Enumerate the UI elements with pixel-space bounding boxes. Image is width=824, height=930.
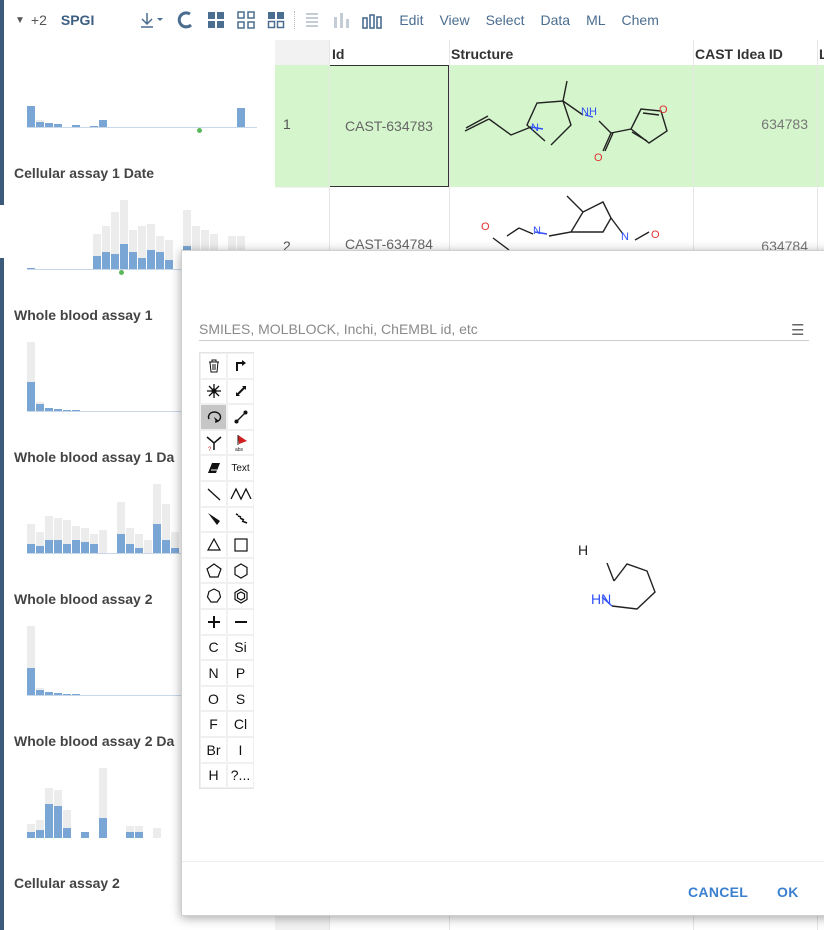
menu-icon[interactable]: ☰ <box>791 321 804 339</box>
svg-text:N: N <box>533 225 541 237</box>
atom-si[interactable]: Si <box>227 634 254 661</box>
menu-view[interactable]: View <box>439 0 469 40</box>
filter-label: Whole blood assay 1 Da <box>14 449 175 465</box>
structure-molecule[interactable]: N NH O O <box>453 65 693 185</box>
collapse-icon[interactable]: ▼ <box>15 0 25 40</box>
smiles-input[interactable] <box>199 317 809 341</box>
lasso-select-icon[interactable] <box>200 404 227 430</box>
menu-data[interactable]: Data <box>540 0 570 40</box>
svg-text:O: O <box>594 152 603 164</box>
atom-s[interactable]: S <box>227 685 254 712</box>
app-root: ▼ +2 SPGI Edit View Select Data ML Chem … <box>0 0 824 930</box>
svg-text:N: N <box>621 231 629 243</box>
triangle-ring-icon[interactable] <box>200 532 227 558</box>
chain-tool-icon[interactable]: ? <box>200 429 227 456</box>
list-view-icon[interactable] <box>301 0 323 40</box>
svg-text:O: O <box>481 221 490 233</box>
atom-n[interactable]: N <box>200 660 227 686</box>
grid-view-icon[interactable] <box>204 0 228 40</box>
histogram-filter[interactable] <box>27 68 257 133</box>
clean-icon[interactable] <box>200 378 227 405</box>
svg-text:O: O <box>659 104 668 116</box>
benzene-ring-icon[interactable] <box>227 583 254 609</box>
form-view-icon[interactable] <box>264 0 288 40</box>
filter-label: Cellular assay 1 Date <box>14 165 155 181</box>
eraser-icon[interactable] <box>200 455 227 481</box>
menu-chem[interactable]: Chem <box>622 0 659 40</box>
trash-icon[interactable] <box>200 353 227 379</box>
toolbar-separator <box>294 11 296 29</box>
svg-text:NH: NH <box>581 106 597 118</box>
plus-charge-icon[interactable] <box>200 608 227 635</box>
wedge-bond-icon[interactable] <box>200 506 227 533</box>
cancel-button[interactable]: CANCEL <box>688 884 748 900</box>
atom-other[interactable]: ?... <box>227 762 254 789</box>
download-icon[interactable] <box>138 0 166 40</box>
tile-view-icon[interactable] <box>234 0 258 40</box>
atom-o[interactable]: O <box>200 685 227 712</box>
atom-c[interactable]: C <box>200 634 227 661</box>
menu-ml[interactable]: ML <box>586 0 605 40</box>
atom-label-hn: HN <box>591 591 611 607</box>
undo-icon[interactable] <box>227 353 254 379</box>
cast-idea-id-value: 634783 <box>761 116 808 132</box>
single-bond-icon[interactable] <box>200 480 227 507</box>
column-header-structure[interactable]: Structure <box>451 40 513 64</box>
id-cell[interactable]: CAST-634783 <box>329 65 449 187</box>
hexagon-ring-icon[interactable] <box>227 557 254 584</box>
column-header-id[interactable]: Id <box>332 40 344 64</box>
atom-h[interactable]: H <box>200 762 227 789</box>
atom-i[interactable]: I <box>227 736 254 763</box>
atom-cl[interactable]: Cl <box>227 711 254 737</box>
atom-p[interactable]: P <box>227 660 254 686</box>
single-bond-node-icon[interactable] <box>227 404 254 430</box>
svg-text:N: N <box>531 122 539 134</box>
minus-charge-icon[interactable] <box>227 608 254 635</box>
sketch-canvas[interactable]: H HN <box>262 351 822 851</box>
column-header-cast-idea-id[interactable]: CAST Idea ID <box>695 40 783 64</box>
bar-stats-icon[interactable] <box>359 0 385 40</box>
text-tool[interactable]: Text <box>227 455 254 481</box>
table-row[interactable]: 1 CAST-634783 N NH O O 634783 <box>275 65 824 187</box>
chain-bond-icon[interactable] <box>227 480 254 507</box>
filter-label: Whole blood assay 1 <box>14 307 153 323</box>
row-number: 1 <box>283 116 291 132</box>
sketcher-dialog: ☰ ? abs Text C Si N <box>181 250 824 916</box>
atom-label-icon[interactable]: abs <box>227 429 254 456</box>
hash-bond-icon[interactable] <box>227 506 254 533</box>
ok-button[interactable]: OK <box>777 884 799 900</box>
filter-label: Cellular assay 2 <box>14 875 120 891</box>
column-stats-icon[interactable] <box>329 0 355 40</box>
expand-count[interactable]: +2 <box>31 0 47 40</box>
svg-text:O: O <box>651 229 660 241</box>
id-value: CAST-634783 <box>345 118 433 134</box>
heptagon-ring-icon[interactable] <box>200 583 227 609</box>
toolbar: ▼ +2 SPGI Edit View Select Data ML Chem <box>5 0 824 40</box>
column-header-l[interactable]: L <box>819 40 824 64</box>
filter-label: Whole blood assay 2 <box>14 591 153 607</box>
dialog-footer: CANCEL OK <box>182 861 824 917</box>
atom-f[interactable]: F <box>200 711 227 737</box>
table-title[interactable]: SPGI <box>61 0 94 40</box>
svg-text:?: ? <box>208 447 212 451</box>
menu-select[interactable]: Select <box>486 0 525 40</box>
svg-text:abs: abs <box>235 447 244 452</box>
atom-label-h: H <box>578 542 588 558</box>
sketcher-tool-palette: ? abs Text C Si N P O S F Cl Br I H ?... <box>199 352 254 790</box>
pentagon-ring-icon[interactable] <box>200 557 227 584</box>
square-ring-icon[interactable] <box>227 532 254 558</box>
filter-label: Whole blood assay 2 Da <box>14 733 175 749</box>
resize-icon[interactable] <box>227 378 254 405</box>
menu-edit[interactable]: Edit <box>399 0 423 40</box>
atom-br[interactable]: Br <box>200 736 227 763</box>
refresh-icon[interactable] <box>172 0 200 40</box>
